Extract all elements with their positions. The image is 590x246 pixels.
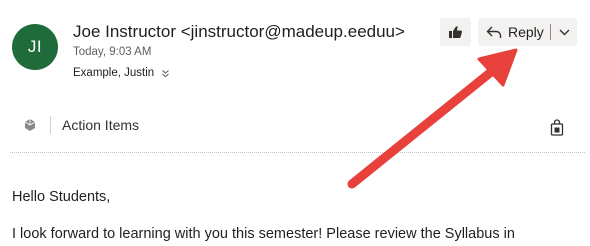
header-divider [10,152,585,153]
arrow-head [477,48,518,87]
recipients-line[interactable]: Example, Justin [73,67,170,79]
message-body-line: I look forward to learning with you this… [12,226,515,242]
message-greeting: Hello Students, [12,189,111,205]
sender-avatar[interactable]: JI [12,24,58,70]
recipient-name: Example, Justin [73,67,155,79]
addin-icon[interactable] [22,117,38,133]
arrow-shaft [347,63,501,189]
avatar-initials: JI [27,37,43,56]
reply-arrow-icon [486,26,502,38]
chevron-down-icon [559,29,569,35]
action-separator [50,116,51,134]
sender-name[interactable]: Joe Instructor <jinstructor@madeup.eeduu… [73,22,405,42]
like-button[interactable] [440,18,471,46]
action-items-bar: Action Items [22,116,139,134]
email-reading-pane: JI Joe Instructor <jinstructor@madeup.ee… [0,0,590,246]
store-bag-icon[interactable] [550,119,564,136]
reply-button[interactable]: Reply [478,18,550,46]
reply-label: Reply [508,24,544,40]
reply-split-button: Reply [478,18,577,46]
expand-recipients-icon[interactable] [161,69,170,78]
sent-time: Today, 9:03 AM [73,46,152,58]
action-items-label[interactable]: Action Items [62,117,139,133]
reply-options-button[interactable] [551,18,577,46]
thumbs-up-icon [449,26,462,38]
